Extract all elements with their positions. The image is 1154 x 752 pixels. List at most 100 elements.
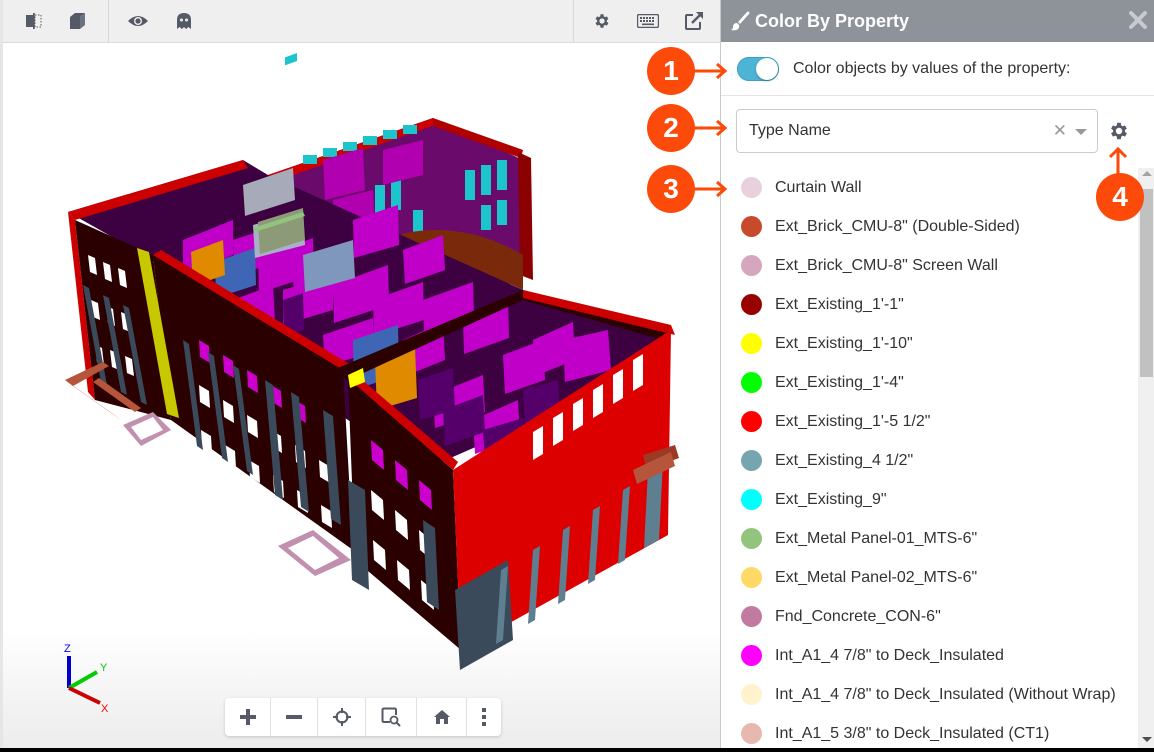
legend-label: Int_A1_4 7/8" to Deck_Insulated (Without… (775, 685, 1116, 703)
legend-label: Ext_Existing_1'-10" (775, 334, 913, 352)
scroll-down-arrow[interactable] (1142, 737, 1152, 742)
legend-item[interactable]: Ext_Existing_9" (721, 480, 1137, 519)
legend-label: Int_A1_5 3/8" to Deck_Insulated (CT1) (775, 724, 1050, 742)
property-select[interactable]: Type Name ✕ (736, 109, 1098, 153)
more-vertical-icon (482, 708, 486, 726)
legend-label: Ext_Metal Panel-01_MTS-6" (775, 529, 978, 547)
property-settings-gear-icon[interactable] (1108, 120, 1130, 142)
color-swatch[interactable] (741, 606, 762, 627)
chevron-down-icon[interactable] (1075, 129, 1087, 135)
focus-button[interactable] (318, 698, 366, 736)
legend-item[interactable]: Fnd_Concrete_CON-6" (721, 597, 1137, 636)
viewer-toolbar (3, 0, 720, 43)
gear-icon (595, 14, 609, 28)
eye-icon (128, 16, 148, 26)
paintbrush-icon (731, 11, 750, 31)
legend-label: Fnd_Concrete_CON-6" (775, 607, 941, 625)
legend-item[interactable]: Ext_Metal Panel-02_MTS-6" (721, 558, 1137, 597)
color-toggle-row: Color objects by values of the property: (721, 42, 1154, 96)
color-swatch[interactable] (741, 333, 762, 354)
visibility-button[interactable] (115, 0, 161, 42)
legend-item[interactable]: Ext_Existing_1'-5 1/2" (721, 402, 1137, 441)
legend-item[interactable]: Ext_Metal Panel-01_MTS-6" (721, 519, 1137, 558)
color-swatch[interactable] (741, 216, 762, 237)
property-select-row: Type Name ✕ (736, 109, 1098, 153)
zoom-window-button[interactable] (366, 698, 417, 736)
app: Z Y X Color By Property Color objects by… (0, 0, 1154, 748)
close-icon[interactable] (1126, 8, 1150, 32)
more-options-button[interactable] (467, 698, 501, 736)
scroll-up-arrow[interactable] (1142, 171, 1152, 176)
zoom-window-icon (381, 707, 401, 727)
color-swatch[interactable] (741, 489, 762, 510)
callout-2: 2 (647, 104, 695, 152)
legend-item[interactable]: Curtain Wall (721, 168, 1137, 207)
crosshair-icon (332, 708, 351, 726)
callout-1: 1 (647, 47, 695, 95)
axis-z-label: Z (64, 643, 71, 655)
color-swatch[interactable] (741, 528, 762, 549)
legend-scrollbar[interactable] (1138, 168, 1154, 748)
legend-item[interactable]: Ext_Existing_1'-1" (721, 285, 1137, 324)
minus-icon (286, 715, 302, 719)
callout-3: 3 (647, 165, 695, 213)
toggle-label: Color objects by values of the property: (793, 59, 1071, 77)
bottom-edge (0, 748, 1154, 752)
color-by-property-toggle[interactable] (737, 56, 779, 81)
scroll-thumb[interactable] (1140, 189, 1153, 377)
callout-4: 4 (1096, 173, 1144, 221)
color-swatch[interactable] (741, 177, 762, 198)
panel-title: Color By Property (755, 10, 910, 31)
legend-item[interactable]: Ext_Brick_CMU-8" Screen Wall (721, 246, 1137, 285)
keyboard-shortcuts-button[interactable] (625, 0, 671, 42)
color-swatch[interactable] (741, 567, 762, 588)
toolbar-right-group (579, 0, 717, 42)
ghosting-button[interactable] (161, 0, 207, 42)
legend-label: Ext_Metal Panel-02_MTS-6" (775, 568, 978, 586)
legend-item[interactable]: Int_A1_4 7/8" to Deck_Insulated (Without… (721, 675, 1137, 714)
legend-label: Int_A1_4 7/8" to Deck_Insulated (775, 646, 1004, 664)
keyboard-icon (637, 14, 659, 28)
legend-label: Curtain Wall (775, 178, 862, 196)
open-external-button[interactable] (671, 0, 717, 42)
callout-1-arrow (693, 62, 728, 80)
legend-label: Ext_Existing_1'-4" (775, 373, 904, 391)
section-box-button[interactable] (11, 0, 57, 42)
color-swatch[interactable] (741, 723, 762, 744)
legend-item[interactable]: Ext_Existing_1'-4" (721, 363, 1137, 402)
legend-list: Curtain Wall Ext_Brick_CMU-8" (Double-Sid… (721, 168, 1137, 748)
axis-x-label: X (101, 703, 109, 715)
section-box-icon (26, 13, 42, 29)
legend-item[interactable]: Ext_Brick_CMU-8" (Double-Sided) (721, 207, 1137, 246)
cube-icon (70, 13, 85, 29)
callout-3-arrow (693, 180, 728, 198)
clear-selection-icon[interactable]: ✕ (1053, 121, 1067, 141)
home-icon (433, 710, 450, 724)
color-swatch[interactable] (741, 411, 762, 432)
legend-item[interactable]: Ext_Existing_4 1/2" (721, 441, 1137, 480)
plus-icon (239, 709, 256, 725)
settings-button[interactable] (579, 0, 625, 42)
legend-item[interactable]: Int_A1_4 7/8" to Deck_Insulated (721, 636, 1137, 675)
panel-header: Color By Property (721, 0, 1154, 42)
color-swatch[interactable] (741, 684, 762, 705)
building-model[interactable] (3, 43, 720, 683)
color-swatch[interactable] (741, 294, 762, 315)
legend-item[interactable]: Int_A1_5 3/8" to Deck_Insulated (CT1) (721, 714, 1137, 748)
color-swatch[interactable] (741, 450, 762, 471)
zoom-in-button[interactable] (225, 698, 271, 736)
color-swatch[interactable] (741, 255, 762, 276)
view-cube-button[interactable] (55, 0, 101, 42)
zoom-out-button[interactable] (271, 698, 318, 736)
legend-item[interactable]: Ext_Existing_1'-10" (721, 324, 1137, 363)
color-swatch[interactable] (741, 372, 762, 393)
color-by-property-panel: Color By Property Color objects by value… (720, 0, 1154, 748)
callout-2-arrow (693, 119, 728, 137)
home-button[interactable] (417, 698, 467, 736)
color-swatch[interactable] (741, 645, 762, 666)
toolbar-separator (108, 0, 109, 42)
model-viewer[interactable]: Z Y X (0, 0, 720, 748)
legend-label: Ext_Existing_4 1/2" (775, 451, 914, 469)
property-select-value: Type Name (749, 122, 831, 139)
callout-4-arrow (1108, 146, 1128, 176)
